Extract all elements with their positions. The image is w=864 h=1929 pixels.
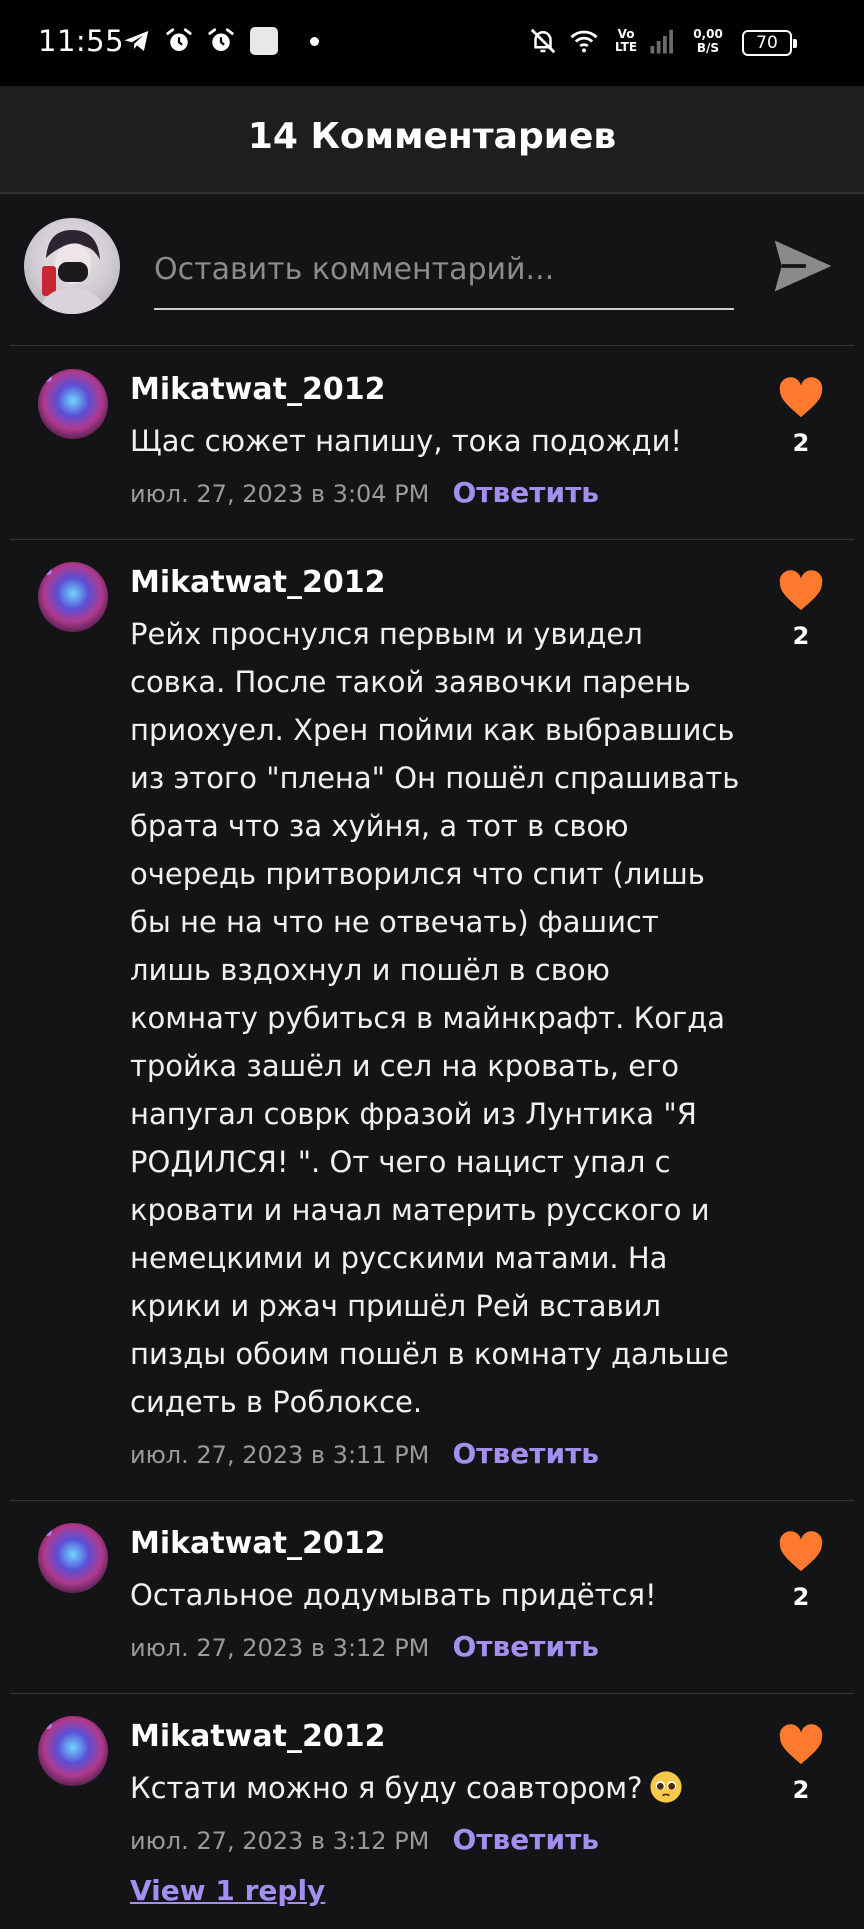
comment-item: 2 Mikatwat_2012 Щас сюжет напишу, тока п…	[10, 347, 854, 540]
comment-text-row: Кстати можно я буду соавтором?	[130, 1764, 744, 1812]
battery-icon: 70	[742, 30, 797, 56]
comment-text: Щас сюжет напишу, тока подожди!	[130, 424, 683, 458]
reply-link[interactable]: Ответить	[452, 1630, 599, 1663]
like-count: 2	[792, 1776, 810, 1804]
comments-header: 14 Комментариев	[0, 86, 864, 194]
battery-level: 70	[756, 33, 778, 53]
net-speed-value: 0,00	[693, 27, 723, 41]
divider	[10, 345, 854, 346]
status-right-icons: Vo LTE 0,00 B/S 70	[528, 26, 828, 62]
net-speed: 0,00 B/S	[688, 27, 728, 55]
comment-input[interactable]	[154, 240, 734, 310]
like-count: 2	[792, 622, 810, 650]
like-count: 2	[792, 1583, 810, 1611]
comment-timestamp: июл. 27, 2023 в 3:12 PM	[130, 1634, 430, 1662]
view-replies-link[interactable]: View 1 reply	[130, 1874, 744, 1907]
comment-item: 2 Mikatwat_2012 Кстати можно я буду соав…	[10, 1694, 854, 1929]
mute-bell-icon	[530, 28, 556, 54]
comment-timestamp: июл. 27, 2023 в 3:11 PM	[130, 1441, 430, 1469]
status-time: 11:55	[38, 24, 125, 58]
like-button[interactable]: 2	[776, 377, 826, 457]
comment-item: 2 Mikatwat_2012 Рейх проснулся первым и …	[10, 540, 854, 1501]
notification-square-icon	[250, 27, 278, 55]
net-speed-unit: B/S	[696, 41, 720, 55]
comment-avatar[interactable]	[38, 369, 108, 439]
comment-timestamp: июл. 27, 2023 в 3:12 PM	[130, 1827, 430, 1855]
heart-icon	[779, 570, 823, 611]
comment-text: Рейх проснулся первым и увидел совка. По…	[130, 617, 749, 1419]
like-button[interactable]: 2	[776, 570, 826, 650]
reply-link[interactable]: Ответить	[452, 1823, 599, 1856]
reply-link[interactable]: Ответить	[452, 476, 599, 509]
comment-item: 2 Mikatwat_2012 Остальное додумывать при…	[10, 1501, 854, 1694]
like-button[interactable]: 2	[776, 1531, 826, 1611]
volte-bottom-text: LTE	[614, 40, 638, 54]
current-user-avatar[interactable]	[24, 218, 120, 314]
comment-avatar[interactable]	[38, 1716, 108, 1786]
send-icon	[774, 240, 832, 292]
signal-icon	[650, 29, 673, 54]
comment-author[interactable]: Mikatwat_2012	[130, 1523, 744, 1565]
send-button[interactable]	[768, 232, 838, 302]
comment-text: Кстати можно я буду соавтором?	[130, 1771, 643, 1805]
avatar-illustration	[38, 230, 106, 314]
heart-icon	[779, 377, 823, 418]
wifi-icon	[570, 30, 598, 53]
alarm-icon	[166, 28, 192, 51]
like-count: 2	[792, 429, 810, 457]
dot-icon	[310, 37, 319, 46]
heart-icon	[779, 1531, 823, 1572]
volte-indicator: Vo LTE	[612, 28, 640, 54]
comment-avatar[interactable]	[38, 562, 108, 632]
comment-compose	[0, 196, 864, 346]
comment-author[interactable]: Mikatwat_2012	[130, 1716, 744, 1758]
pleading-face-emoji	[649, 1771, 682, 1803]
telegram-icon	[124, 31, 149, 51]
page-title: 14 Комментариев	[247, 116, 617, 157]
comment-text: Остальное додумывать придётся!	[130, 1578, 657, 1612]
comment-timestamp: июл. 27, 2023 в 3:04 PM	[130, 480, 430, 508]
heart-icon	[779, 1724, 823, 1765]
comment-author[interactable]: Mikatwat_2012	[130, 562, 744, 604]
alarm-icon	[208, 28, 234, 51]
like-button[interactable]: 2	[776, 1724, 826, 1804]
status-bar: 11:55 Vo LTE 0,00 B/S 70	[0, 0, 864, 86]
comment-list: 2 Mikatwat_2012 Щас сюжет напишу, тока п…	[0, 347, 864, 1929]
reply-link[interactable]: Ответить	[452, 1437, 599, 1470]
comment-author[interactable]: Mikatwat_2012	[130, 369, 744, 411]
comment-avatar[interactable]	[38, 1523, 108, 1593]
